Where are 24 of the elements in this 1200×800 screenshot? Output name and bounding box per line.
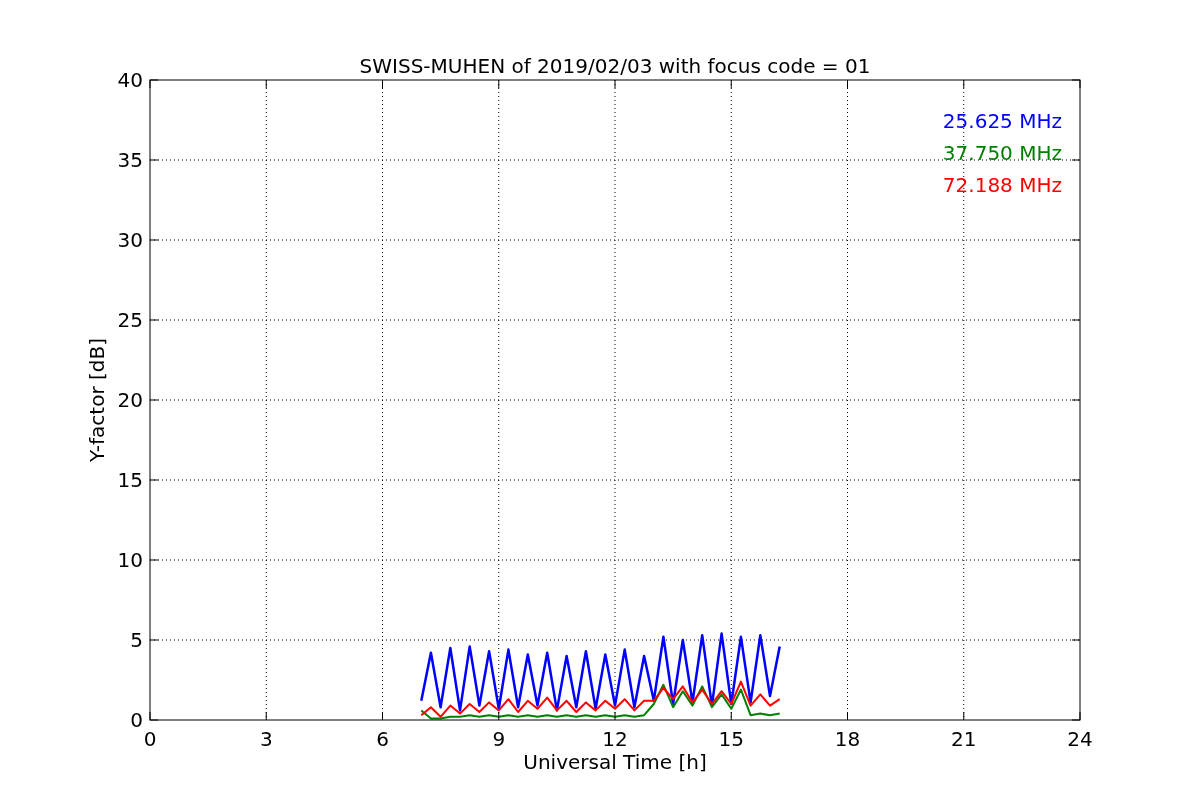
tick-label: 24: [1067, 727, 1093, 751]
legend-label: 72.188 MHz: [942, 173, 1062, 197]
tick-label: 3: [259, 727, 273, 751]
tick-label: 21: [951, 727, 977, 751]
axis-label: Y-factor [dB]: [85, 338, 109, 462]
tick-label: 0: [143, 727, 157, 751]
tick-label: 9: [492, 727, 506, 751]
tick-label: 6: [376, 727, 389, 751]
legend-label: 25.625 MHz: [942, 109, 1062, 133]
tick-label: 25: [117, 308, 143, 332]
tick-label: 12: [602, 727, 628, 751]
tick-label: 0: [130, 708, 143, 732]
tick-label: 5: [130, 628, 143, 652]
tick-label: 35: [117, 148, 143, 172]
chart-title: SWISS-MUHEN of 2019/02/03 with focus code = 01: [359, 54, 871, 78]
tick-label: 20: [117, 388, 143, 412]
tick-label: 18: [834, 727, 861, 751]
tick-label: 15: [718, 727, 744, 751]
legend-label: 37.750 MHz: [942, 141, 1062, 165]
tick-label: 30: [117, 228, 143, 252]
axis-label: Universal Time [h]: [523, 750, 707, 774]
tick-label: 40: [117, 68, 143, 92]
tick-label: 10: [117, 548, 143, 572]
tick-label: 15: [117, 468, 143, 492]
